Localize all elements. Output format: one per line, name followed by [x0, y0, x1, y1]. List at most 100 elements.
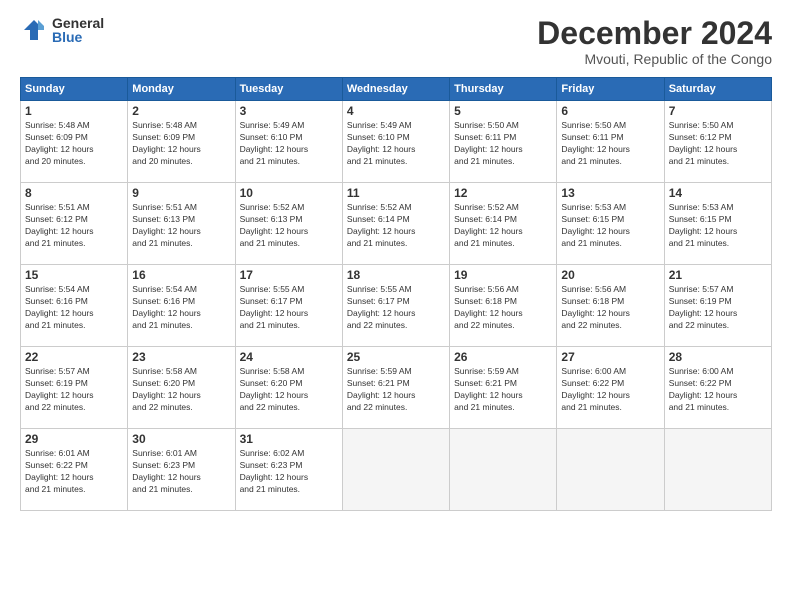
day-number: 14 — [669, 186, 767, 200]
day-info: Sunrise: 5:59 AM Sunset: 6:21 PM Dayligh… — [454, 366, 552, 414]
calendar-cell: 2 Sunrise: 5:48 AM Sunset: 6:09 PM Daylig… — [128, 101, 235, 183]
logo-blue-text: Blue — [52, 30, 104, 44]
day-info: Sunrise: 5:52 AM Sunset: 6:13 PM Dayligh… — [240, 202, 338, 250]
calendar-cell: 9 Sunrise: 5:51 AM Sunset: 6:13 PM Daylig… — [128, 183, 235, 265]
calendar-cell: 16 Sunrise: 5:54 AM Sunset: 6:16 PM Dayli… — [128, 265, 235, 347]
calendar-cell: 28 Sunrise: 6:00 AM Sunset: 6:22 PM Dayli… — [664, 347, 771, 429]
day-info: Sunrise: 5:56 AM Sunset: 6:18 PM Dayligh… — [454, 284, 552, 332]
calendar-cell: 13Sunrise: 5:53 AM Sunset: 6:15 PM Dayli… — [557, 183, 664, 265]
table-row: 15 Sunrise: 5:54 AM Sunset: 6:16 PM Dayli… — [21, 265, 772, 347]
calendar-cell: 22 Sunrise: 5:57 AM Sunset: 6:19 PM Dayli… — [21, 347, 128, 429]
day-info: Sunrise: 5:54 AM Sunset: 6:16 PM Dayligh… — [132, 284, 230, 332]
day-info: Sunrise: 5:58 AM Sunset: 6:20 PM Dayligh… — [240, 366, 338, 414]
calendar-cell: 23 Sunrise: 5:58 AM Sunset: 6:20 PM Dayli… — [128, 347, 235, 429]
calendar-cell: 12Sunrise: 5:52 AM Sunset: 6:14 PM Dayli… — [450, 183, 557, 265]
col-wednesday: Wednesday — [342, 78, 449, 101]
col-monday: Monday — [128, 78, 235, 101]
day-number: 12 — [454, 186, 552, 200]
day-info: Sunrise: 5:50 AM Sunset: 6:11 PM Dayligh… — [454, 120, 552, 168]
day-number: 2 — [132, 104, 230, 118]
day-info: Sunrise: 5:48 AM Sunset: 6:09 PM Dayligh… — [132, 120, 230, 168]
day-info: Sunrise: 5:56 AM Sunset: 6:18 PM Dayligh… — [561, 284, 659, 332]
day-number: 16 — [132, 268, 230, 282]
day-number: 22 — [25, 350, 123, 364]
title-block: December 2024 Mvouti, Republic of the Co… — [537, 16, 772, 67]
calendar-cell: 18 Sunrise: 5:55 AM Sunset: 6:17 PM Dayli… — [342, 265, 449, 347]
calendar-cell: 15Sunrise: 5:54 AM Sunset: 6:16 PM Dayli… — [21, 265, 128, 347]
day-number: 5 — [454, 104, 552, 118]
calendar-cell: 27 Sunrise: 6:00 AM Sunset: 6:22 PM Dayli… — [557, 347, 664, 429]
calendar-cell: 5 Sunrise: 5:50 AM Sunset: 6:11 PM Daylig… — [450, 101, 557, 183]
day-number: 24 — [240, 350, 338, 364]
table-row: 8 Sunrise: 5:51 AM Sunset: 6:12 PM Daylig… — [21, 183, 772, 265]
day-info: Sunrise: 5:51 AM Sunset: 6:13 PM Dayligh… — [132, 202, 230, 250]
calendar-cell: 24 Sunrise: 5:58 AM Sunset: 6:20 PM Dayli… — [235, 347, 342, 429]
day-number: 20 — [561, 268, 659, 282]
day-info: Sunrise: 5:58 AM Sunset: 6:20 PM Dayligh… — [132, 366, 230, 414]
day-number: 19 — [454, 268, 552, 282]
calendar-cell: 30Sunrise: 6:01 AM Sunset: 6:23 PM Dayli… — [128, 429, 235, 511]
day-info: Sunrise: 5:59 AM Sunset: 6:21 PM Dayligh… — [347, 366, 445, 414]
calendar-cell: 29Sunrise: 6:01 AM Sunset: 6:22 PM Dayli… — [21, 429, 128, 511]
day-number: 6 — [561, 104, 659, 118]
day-number: 8 — [25, 186, 123, 200]
calendar-cell: 7 Sunrise: 5:50 AM Sunset: 6:12 PM Daylig… — [664, 101, 771, 183]
calendar-cell — [664, 429, 771, 511]
day-number: 28 — [669, 350, 767, 364]
calendar-cell: 11Sunrise: 5:52 AM Sunset: 6:14 PM Dayli… — [342, 183, 449, 265]
calendar-cell: 4Sunrise: 5:49 AM Sunset: 6:10 PM Daylig… — [342, 101, 449, 183]
logo-icon — [20, 16, 48, 44]
logo: General Blue — [20, 16, 104, 44]
calendar-cell: 14Sunrise: 5:53 AM Sunset: 6:15 PM Dayli… — [664, 183, 771, 265]
day-info: Sunrise: 5:51 AM Sunset: 6:12 PM Dayligh… — [25, 202, 123, 250]
day-number: 11 — [347, 186, 445, 200]
day-info: Sunrise: 5:49 AM Sunset: 6:10 PM Dayligh… — [240, 120, 338, 168]
day-number: 27 — [561, 350, 659, 364]
col-saturday: Saturday — [664, 78, 771, 101]
calendar-cell: 31Sunrise: 6:02 AM Sunset: 6:23 PM Dayli… — [235, 429, 342, 511]
day-number: 25 — [347, 350, 445, 364]
day-number: 18 — [347, 268, 445, 282]
day-number: 13 — [561, 186, 659, 200]
day-number: 7 — [669, 104, 767, 118]
day-info: Sunrise: 6:01 AM Sunset: 6:22 PM Dayligh… — [25, 448, 123, 496]
day-info: Sunrise: 5:50 AM Sunset: 6:12 PM Dayligh… — [669, 120, 767, 168]
calendar-cell — [450, 429, 557, 511]
day-info: Sunrise: 5:48 AM Sunset: 6:09 PM Dayligh… — [25, 120, 123, 168]
month-title: December 2024 — [537, 16, 772, 51]
logo-general-text: General — [52, 16, 104, 30]
calendar-table: Sunday Monday Tuesday Wednesday Thursday… — [20, 77, 772, 511]
col-thursday: Thursday — [450, 78, 557, 101]
calendar-cell: 17Sunrise: 5:55 AM Sunset: 6:17 PM Dayli… — [235, 265, 342, 347]
day-number: 31 — [240, 432, 338, 446]
calendar-cell — [342, 429, 449, 511]
calendar-cell: 26 Sunrise: 5:59 AM Sunset: 6:21 PM Dayli… — [450, 347, 557, 429]
table-row: 29Sunrise: 6:01 AM Sunset: 6:22 PM Dayli… — [21, 429, 772, 511]
day-number: 17 — [240, 268, 338, 282]
day-number: 1 — [25, 104, 123, 118]
day-number: 23 — [132, 350, 230, 364]
calendar-cell: 3Sunrise: 5:49 AM Sunset: 6:10 PM Daylig… — [235, 101, 342, 183]
calendar-cell: 21Sunrise: 5:57 AM Sunset: 6:19 PM Dayli… — [664, 265, 771, 347]
day-info: Sunrise: 6:00 AM Sunset: 6:22 PM Dayligh… — [561, 366, 659, 414]
day-number: 26 — [454, 350, 552, 364]
day-info: Sunrise: 5:55 AM Sunset: 6:17 PM Dayligh… — [347, 284, 445, 332]
calendar-cell — [557, 429, 664, 511]
logo-text: General Blue — [52, 16, 104, 44]
calendar-cell: 6Sunrise: 5:50 AM Sunset: 6:11 PM Daylig… — [557, 101, 664, 183]
col-friday: Friday — [557, 78, 664, 101]
col-sunday: Sunday — [21, 78, 128, 101]
day-number: 9 — [132, 186, 230, 200]
day-info: Sunrise: 6:00 AM Sunset: 6:22 PM Dayligh… — [669, 366, 767, 414]
calendar-cell: 19 Sunrise: 5:56 AM Sunset: 6:18 PM Dayli… — [450, 265, 557, 347]
day-info: Sunrise: 6:01 AM Sunset: 6:23 PM Dayligh… — [132, 448, 230, 496]
table-row: 22 Sunrise: 5:57 AM Sunset: 6:19 PM Dayli… — [21, 347, 772, 429]
calendar-cell: 1 Sunrise: 5:48 AM Sunset: 6:09 PM Daylig… — [21, 101, 128, 183]
header-row: Sunday Monday Tuesday Wednesday Thursday… — [21, 78, 772, 101]
subtitle: Mvouti, Republic of the Congo — [537, 51, 772, 67]
day-number: 15 — [25, 268, 123, 282]
calendar-cell: 10Sunrise: 5:52 AM Sunset: 6:13 PM Dayli… — [235, 183, 342, 265]
calendar-cell: 20 Sunrise: 5:56 AM Sunset: 6:18 PM Dayli… — [557, 265, 664, 347]
day-info: Sunrise: 5:49 AM Sunset: 6:10 PM Dayligh… — [347, 120, 445, 168]
day-info: Sunrise: 5:57 AM Sunset: 6:19 PM Dayligh… — [25, 366, 123, 414]
